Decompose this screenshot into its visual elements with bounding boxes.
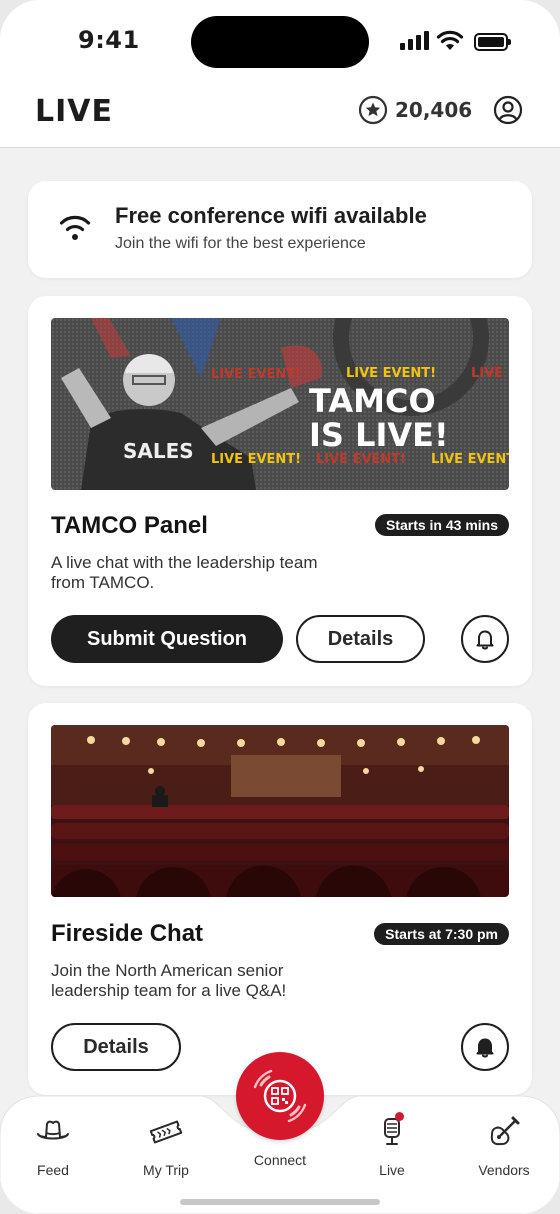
event-start-badge: Starts in 43 mins (374, 514, 509, 536)
nav-item-live[interactable]: Live (342, 1112, 442, 1178)
ticket-icon (149, 1120, 183, 1144)
event-card: Fireside Chat Starts at 7:30 pm Join the… (28, 703, 532, 1095)
nav-label-connect: Connect (253, 1152, 307, 1168)
nav-item-feed[interactable]: Feed (3, 1114, 103, 1178)
nav-label-vendors: Vendors (478, 1162, 530, 1178)
cell-signal-icon (400, 31, 429, 50)
nav-item-my-trip[interactable]: My Trip (116, 1114, 216, 1178)
notify-button[interactable] (461, 615, 509, 663)
event-banner-image[interactable]: SALES LIVE EVENT! LIVE EVENT! LIVE EVENT… (51, 318, 509, 490)
points-balance[interactable]: 20,406 (358, 95, 472, 125)
user-circle-icon[interactable] (493, 95, 523, 125)
status-time: 9:41 (78, 26, 140, 54)
banner-ticker-text: LIVE EVENT! (431, 452, 509, 467)
connect-fab-button[interactable] (236, 1052, 324, 1140)
phone-screen: 9:41 LIVE 20,406 Free conference wifi av… (0, 0, 560, 1214)
guitar-icon (490, 1116, 520, 1146)
wifi-icon (59, 215, 91, 240)
live-notification-dot (395, 1112, 404, 1121)
qr-code-icon (253, 1069, 307, 1123)
nav-label-feed: Feed (37, 1162, 69, 1178)
event-banner-image[interactable] (51, 725, 509, 897)
points-value: 20,406 (395, 98, 473, 122)
banner-ticker-text: LIVE EVENT! (346, 366, 436, 381)
event-description: Join the North American senior leadershi… (51, 961, 287, 1000)
nav-item-vendors[interactable]: Vendors (454, 1114, 554, 1178)
nav-label-my-trip: My Trip (143, 1162, 189, 1178)
notify-button[interactable] (461, 1023, 509, 1071)
nav-item-connect[interactable]: Connect (230, 1152, 330, 1168)
bell-icon (476, 1038, 494, 1058)
star-icon (358, 95, 388, 125)
cowboy-hat-icon (37, 1120, 69, 1140)
wifi-notice-card[interactable]: Free conference wifi available Join the … (28, 181, 532, 278)
submit-question-button[interactable]: Submit Question (51, 615, 283, 663)
page-title: LIVE (35, 94, 113, 129)
banner-headline-line1: TAMCO (309, 382, 436, 420)
details-button[interactable]: Details (296, 615, 425, 663)
nav-label-live: Live (379, 1162, 405, 1178)
dynamic-island (191, 16, 369, 68)
event-card: SALES LIVE EVENT! LIVE EVENT! LIVE EVENT… (28, 296, 532, 686)
banner-ticker-text: LIVE EVENT! (211, 367, 301, 382)
event-title: TAMCO Panel (51, 512, 208, 539)
home-indicator (180, 1199, 380, 1205)
event-start-badge: Starts at 7:30 pm (374, 923, 509, 945)
app-header: LIVE 20,406 (0, 80, 560, 148)
wifi-status-icon (436, 30, 464, 50)
event-description: A live chat with the leadership team fro… (51, 553, 318, 592)
wifi-notice-title: Free conference wifi available (115, 203, 427, 228)
details-button[interactable]: Details (51, 1023, 181, 1071)
battery-icon (474, 33, 511, 51)
banner-ticker-text: LIVE EVENT! (211, 452, 301, 467)
bell-icon (476, 630, 494, 650)
banner-ticker-text: LIVE EVENT! (316, 452, 406, 467)
status-bar: 9:41 (0, 0, 560, 80)
event-title: Fireside Chat (51, 920, 204, 947)
banner-headline-line2: IS LIVE! (309, 416, 449, 454)
banner-ticker-text: LIVE EVENT! (471, 366, 509, 381)
wifi-notice-subtitle: Join the wifi for the best experience (115, 235, 366, 252)
banner-shirt-text: SALES (123, 439, 194, 463)
